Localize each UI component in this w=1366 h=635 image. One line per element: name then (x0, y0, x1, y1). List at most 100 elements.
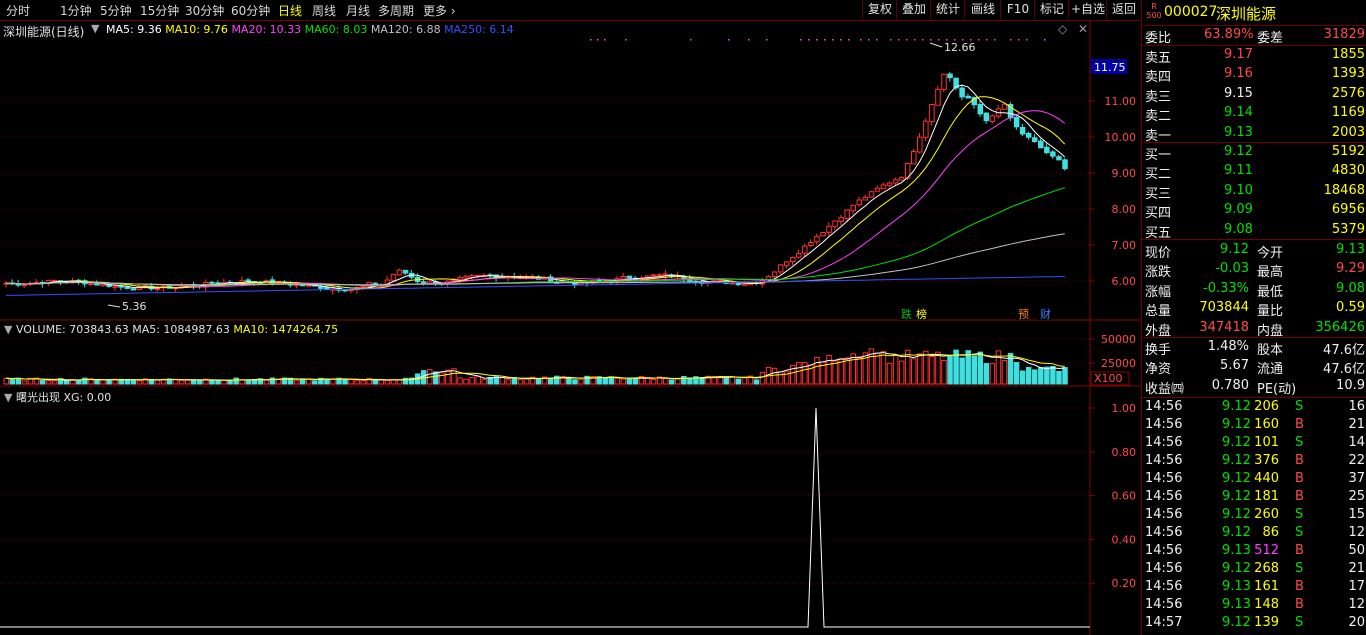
stats2-value: 10.9 (1336, 377, 1365, 393)
volume-bar (662, 378, 669, 385)
stats-value: 356426 (1315, 319, 1365, 335)
event-dot (1026, 39, 1028, 41)
volume-bar (445, 369, 451, 385)
volume-bar (977, 351, 984, 385)
f10-button[interactable]: F10 (1000, 0, 1035, 19)
stats-row: 外盘 347418 内盘 356426 (1142, 319, 1366, 339)
asks-price: 9.15 (1224, 85, 1253, 101)
statistics-button[interactable]: 统计 (930, 0, 965, 19)
bids-row[interactable]: 买一 9.12 5192 (1142, 144, 1366, 163)
event-dot (690, 39, 692, 41)
bids-row[interactable]: 买五 9.08 5379 (1142, 222, 1366, 241)
volume-bar (1019, 370, 1026, 385)
stats-value: 347418 (1199, 319, 1249, 335)
period-tab-timeshare[interactable]: 分时 (6, 2, 30, 19)
candle-body (112, 285, 118, 288)
divider (1142, 45, 1366, 46)
tick-price: 9.12 (1222, 615, 1251, 630)
volume-bar (941, 359, 947, 385)
period-tab-5min[interactable]: 5分钟 (100, 2, 132, 19)
tick-volume: 181 (1254, 489, 1279, 504)
restore-rights-button[interactable]: 复权 (862, 0, 897, 19)
asks-volume: 1169 (1331, 105, 1365, 121)
draw-line-button[interactable]: 画线 (964, 0, 1001, 19)
period-toolbar: 分时 1分钟 5分钟 15分钟 30分钟 60分钟 日线 周线 月线 多周期 更… (0, 0, 1140, 21)
volume-bar (675, 378, 681, 385)
period-tab-monthly[interactable]: 月线 (346, 2, 370, 19)
volume-bar (802, 362, 808, 385)
tick-volume: 139 (1254, 615, 1279, 630)
candle-body (21, 284, 28, 287)
volume-bar (814, 356, 820, 385)
tick-row: 14:56 9.12 260 S 15 (1142, 507, 1366, 525)
tick-price: 9.12 (1222, 525, 1251, 540)
volume-bar (457, 377, 463, 385)
stats2-label: 收益㈣ (1145, 381, 1185, 397)
volume-bar (1025, 366, 1032, 385)
event-dot (970, 39, 972, 41)
candle-body (856, 199, 863, 206)
volume-bar (1044, 366, 1050, 385)
event-dot (930, 39, 932, 41)
bids-row[interactable]: 买三 9.10 18468 (1142, 183, 1366, 202)
bids-row[interactable]: 买四 9.09 6956 (1142, 202, 1366, 221)
period-tab-1min[interactable]: 1分钟 (60, 2, 92, 19)
period-tab-daily[interactable]: 日线 (278, 2, 302, 19)
tick-count: 25 (1348, 489, 1365, 504)
kline-chart[interactable]: 11.00 10.00 9.00 8.00 7.00 6.00 11.75 12.66 5.36… (0, 21, 1140, 635)
tick-volume: 440 (1254, 471, 1279, 486)
volume-bar (548, 377, 554, 385)
period-tab-15min[interactable]: 15分钟 (140, 2, 179, 19)
event-dot (625, 39, 627, 41)
event-dot (954, 39, 956, 41)
back-button[interactable]: 返回 (1106, 0, 1141, 19)
period-tab-60min[interactable]: 60分钟 (231, 2, 270, 19)
candle-body (929, 103, 935, 123)
stats-value: -0.03 (1215, 261, 1249, 277)
stats2-label: 净资 (1145, 362, 1172, 378)
asks-row[interactable]: 卖一 9.13 2003 (1142, 125, 1366, 144)
period-tab-multi[interactable]: 多周期 (378, 2, 414, 19)
volume-bar (499, 377, 506, 385)
period-tab-weekly[interactable]: 周线 (312, 2, 336, 19)
candle-body (51, 279, 58, 282)
period-tab-30min[interactable]: 30分钟 (185, 2, 224, 19)
event-dot (986, 39, 988, 41)
bids-row[interactable]: 买二 9.11 4830 (1142, 163, 1366, 182)
candle-body (457, 276, 463, 281)
candle-body (293, 284, 300, 287)
event-dot (590, 39, 592, 41)
overlay-button[interactable]: 叠加 (896, 0, 931, 19)
candle-body (947, 73, 953, 79)
candle-body (923, 120, 929, 138)
volume-bar (983, 363, 990, 385)
volume-bar (342, 379, 348, 385)
price-tick-label: 7.00 (1112, 239, 1137, 252)
tick-volume: 376 (1254, 453, 1279, 468)
volume-bar (306, 378, 312, 385)
volume-bar (632, 377, 639, 385)
bids-volume: 4830 (1331, 163, 1365, 179)
asks-label: 卖一 (1145, 128, 1172, 144)
add-watchlist-button[interactable]: +自选 (1068, 0, 1107, 19)
asks-row[interactable]: 卖五 9.17 1855 (1142, 47, 1366, 66)
mark-button[interactable]: 标记 (1034, 0, 1069, 19)
candle-body (777, 264, 784, 273)
tick-time: 14:56 (1145, 525, 1183, 540)
candle-body (1019, 126, 1026, 135)
asks-row[interactable]: 卖四 9.16 1393 (1142, 66, 1366, 85)
event-marker: 跌 (901, 307, 912, 321)
event-dot (832, 39, 834, 41)
candle-body (808, 241, 814, 246)
event-dot (840, 39, 842, 41)
tick-side: B (1295, 489, 1304, 504)
asks-volume: 1393 (1331, 66, 1365, 82)
current-price-label: 11.75 (1094, 61, 1126, 74)
stats2-value: 5.67 (1220, 358, 1249, 374)
asks-row[interactable]: 卖三 9.15 2576 (1142, 85, 1366, 105)
stats-value: -0.33% (1203, 280, 1249, 296)
period-tab-more[interactable]: 更多 › (423, 2, 456, 19)
candle-body (420, 281, 427, 284)
asks-row[interactable]: 卖二 9.14 1169 (1142, 105, 1366, 124)
tick-count: 14 (1348, 435, 1365, 450)
